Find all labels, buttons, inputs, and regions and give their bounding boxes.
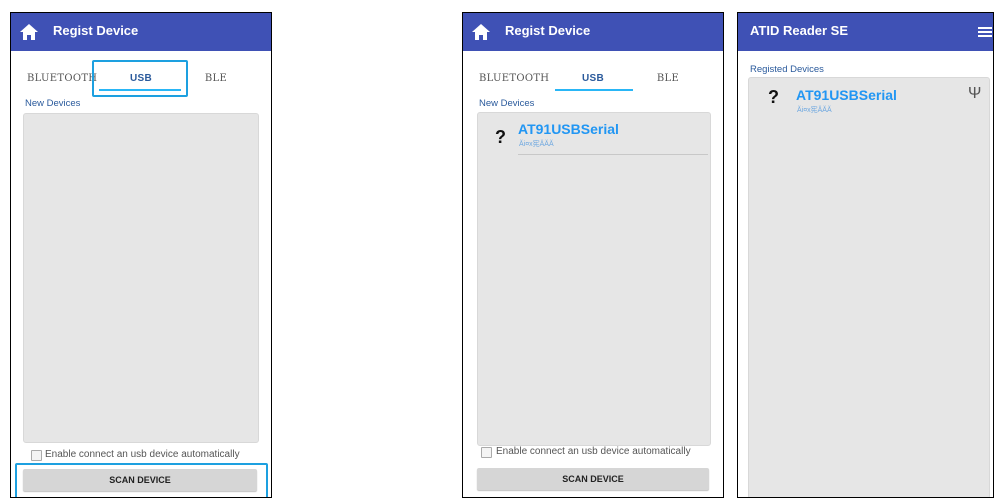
unknown-device-icon: ? xyxy=(768,87,779,107)
auto-connect-label: Enable connect an usb device automatical… xyxy=(45,449,240,460)
app-bar-title: Regist Device xyxy=(505,23,591,38)
tab-active-indicator xyxy=(555,89,633,91)
tab-ble[interactable]: BLE xyxy=(191,73,241,84)
section-label-new-devices: New Devices xyxy=(479,98,535,109)
device-name: AT91USBSerial xyxy=(796,87,897,103)
registed-device-item[interactable]: ? AT91USBSerial Ăi¤x宪ĂĂĂ Ψ xyxy=(748,77,988,121)
app-bar-title: Regist Device xyxy=(53,23,139,38)
tab-usb[interactable]: USB xyxy=(558,73,628,84)
device-divider xyxy=(518,154,708,155)
device-list-item[interactable]: ? AT91USBSerial Ăi¤x宪ĂĂĂ xyxy=(477,113,709,157)
app-bar: ATID Reader SE xyxy=(738,13,993,51)
unknown-device-icon: ? xyxy=(495,127,506,147)
device-list[interactable] xyxy=(23,113,259,443)
registed-device-list[interactable] xyxy=(748,77,990,497)
phone-screen-atid-reader: ATID Reader SE Registed Devices ? AT91US… xyxy=(737,12,994,498)
auto-connect-label: Enable connect an usb device automatical… xyxy=(496,446,691,457)
device-name: AT91USBSerial xyxy=(518,121,619,137)
auto-connect-checkbox[interactable] xyxy=(31,450,42,461)
app-bar-title: ATID Reader SE xyxy=(750,23,849,38)
usb-icon: Ψ xyxy=(968,85,982,102)
phone-screen-regist-device-found: Regist Device BLUETOOTH USB BLE New Devi… xyxy=(462,12,724,498)
menu-icon[interactable] xyxy=(978,27,992,37)
auto-connect-checkbox[interactable] xyxy=(481,447,492,458)
tab-bluetooth[interactable]: BLUETOOTH xyxy=(479,73,549,84)
usb-tab-highlight xyxy=(92,60,188,97)
device-address: Ăi¤x宪ĂĂĂ xyxy=(519,141,554,148)
tab-ble[interactable]: BLE xyxy=(643,73,693,84)
section-label-registed-devices: Registed Devices xyxy=(750,64,824,75)
device-address: Ăi¤x宪ĂĂĂ xyxy=(797,107,832,114)
device-list[interactable] xyxy=(477,112,711,446)
phone-screen-regist-device-empty: Regist Device BLUETOOTH USB BLE New Devi… xyxy=(10,12,272,498)
app-bar: Regist Device xyxy=(463,13,723,51)
scan-button-highlight xyxy=(15,463,268,497)
section-label-new-devices: New Devices xyxy=(25,98,81,109)
home-icon[interactable] xyxy=(20,24,38,40)
home-icon[interactable] xyxy=(472,24,490,40)
app-bar: Regist Device xyxy=(11,13,271,51)
tab-bluetooth[interactable]: BLUETOOTH xyxy=(27,73,97,84)
scan-device-button[interactable]: SCAN DEVICE xyxy=(477,468,709,490)
